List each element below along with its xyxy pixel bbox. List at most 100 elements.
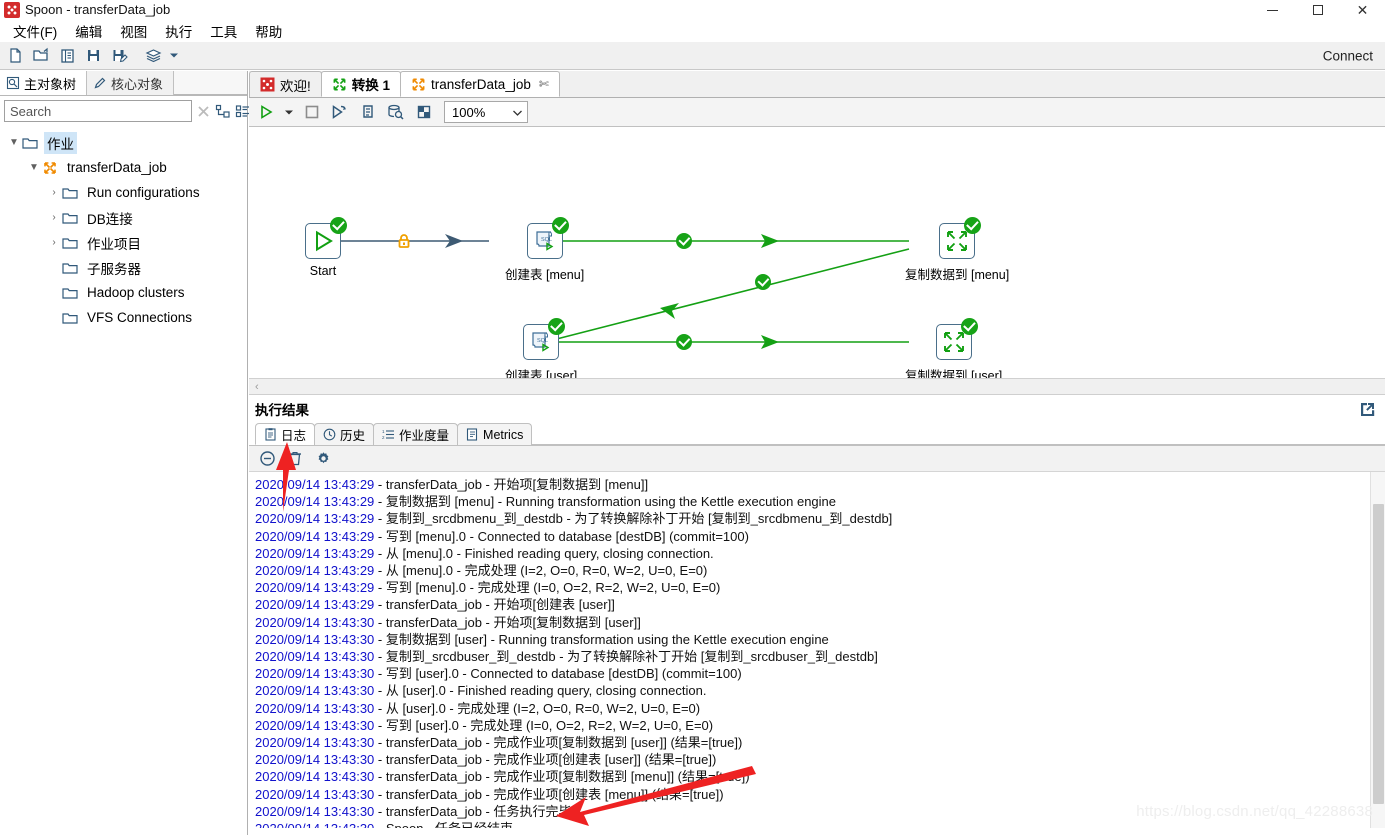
tree-item-job-entries-label: 作业项目: [87, 236, 141, 252]
chevron-right-icon[interactable]: ›: [46, 237, 62, 248]
log-line: 2020/09/14 13:43:29 - transferData_job -…: [255, 597, 615, 613]
node-copy-data-user-label: 复制数据到 [user]: [905, 369, 1003, 379]
zoom-select[interactable]: 100%: [444, 101, 528, 123]
save-as-icon[interactable]: [106, 44, 132, 68]
menu-file[interactable]: 文件(F): [4, 19, 66, 43]
job-toolbar: 100%: [249, 98, 1385, 127]
gear-icon[interactable]: [313, 449, 333, 469]
search-input[interactable]: [4, 100, 192, 122]
log-line: 2020/09/14 13:43:29 - 从 [menu].0 - 完成处理 …: [255, 563, 708, 579]
log-line: 2020/09/14 13:43:30 - Spoon - 任务已经结束.: [255, 820, 1385, 828]
node-start[interactable]: Start: [305, 217, 347, 278]
main-toolbar: Connect: [0, 42, 1385, 70]
log-line: 2020/09/14 13:43:30 - 复制到_srcdbuser_到_de…: [255, 649, 878, 665]
left-panel-tabs: 主对象树 核心对象: [0, 71, 247, 96]
node-copy-data-user[interactable]: 复制数据到 [user]: [905, 318, 1003, 379]
tab-job-metrics-label: 作业度量: [399, 429, 450, 443]
menu-help[interactable]: 帮助: [246, 19, 291, 43]
tab-metrics[interactable]: Metrics: [457, 423, 533, 445]
spoon-icon: [4, 2, 20, 18]
clear-x-icon[interactable]: [196, 100, 211, 122]
tree-item-hadoop-clusters[interactable]: Hadoop clusters: [0, 280, 247, 305]
log-line: 2020/09/14 13:43:29 - 复制数据到 [menu] - Run…: [255, 494, 837, 510]
execution-results-title: 执行结果: [255, 403, 309, 418]
close-icon[interactable]: ✄: [539, 77, 549, 91]
spoon-application-window: Spoon - transferData_job ✕ 文件(F) 编辑 视图 执…: [0, 0, 1385, 835]
grid-icon[interactable]: [410, 100, 437, 125]
hop-status-badge-menu: [676, 233, 692, 249]
clear-log-icon[interactable]: [257, 449, 277, 469]
tree-item-job-entries[interactable]: › 作业项目: [0, 230, 247, 255]
layers-icon[interactable]: [140, 44, 166, 68]
menu-view[interactable]: 视图: [111, 19, 156, 43]
log-scrollbar-thumb[interactable]: [1373, 504, 1384, 804]
zoom-value: 100%: [452, 104, 486, 120]
tab-job-metrics[interactable]: 12 作业度量: [373, 423, 459, 445]
chevron-down-icon[interactable]: ▼: [26, 162, 42, 173]
history-clock-icon: [323, 428, 336, 441]
maximize-button[interactable]: [1295, 0, 1340, 20]
chevron-right-icon[interactable]: ›: [46, 187, 62, 198]
chevron-right-icon[interactable]: ›: [46, 212, 62, 223]
expand-all-icon[interactable]: [215, 100, 231, 122]
db-explore-icon[interactable]: [382, 100, 409, 125]
minimize-button[interactable]: [1250, 0, 1295, 20]
log-line: 2020/09/14 13:43:30 - transferData_job -…: [255, 614, 641, 630]
maximize-panel-icon[interactable]: [1357, 399, 1377, 419]
trash-icon[interactable]: [285, 449, 305, 469]
log-line: 2020/09/14 13:43:29 - 写到 [menu].0 - Conn…: [255, 528, 749, 544]
close-button[interactable]: ✕: [1340, 0, 1385, 20]
tab-history[interactable]: 历史: [314, 423, 375, 445]
log-line: 2020/09/14 13:43:30 - 从 [user].0 - 完成处理 …: [255, 700, 701, 716]
save-icon[interactable]: [80, 44, 106, 68]
tree-item-db-connections-label: DB连接: [87, 211, 133, 227]
chevron-down-icon[interactable]: ▼: [6, 137, 22, 148]
tree-item-run-configurations[interactable]: › Run configurations: [0, 180, 247, 205]
tree-item-vfs-connections[interactable]: VFS Connections: [0, 305, 247, 330]
menu-tools[interactable]: 工具: [201, 19, 246, 43]
log-line: 2020/09/14 13:43:30 - 写到 [user].0 - Conn…: [255, 666, 742, 682]
lock-icon: [396, 233, 412, 249]
stop-icon[interactable]: [298, 100, 325, 125]
scroll-left-icon[interactable]: ‹: [255, 381, 259, 393]
menu-edit[interactable]: 编辑: [66, 19, 111, 43]
chevron-down-icon[interactable]: [512, 105, 523, 120]
node-copy-data-menu[interactable]: 复制数据到 [menu]: [905, 217, 1009, 283]
transform-icon: [939, 217, 982, 259]
node-create-table-user[interactable]: SQL 创建表 [user]: [505, 318, 577, 378]
open-folder-icon[interactable]: [28, 44, 54, 68]
execution-results-header: 执行结果: [249, 395, 1385, 423]
connect-button[interactable]: Connect: [1323, 48, 1373, 63]
tab-log[interactable]: 日志: [255, 423, 316, 445]
node-create-table-menu[interactable]: SQL 创建表 [menu]: [505, 217, 584, 283]
menu-run[interactable]: 执行: [156, 19, 201, 43]
tab-welcome[interactable]: 欢迎!: [249, 71, 322, 97]
tree-item-run-configurations-label: Run configurations: [87, 185, 200, 200]
log-line: 2020/09/14 13:43:29 - transferData_job -…: [255, 477, 649, 492]
tree-item-slave-servers[interactable]: 子服务器: [0, 255, 247, 280]
folder-icon: [22, 136, 38, 150]
chevron-down-icon[interactable]: [166, 44, 182, 68]
canvas-horizontal-scrollbar[interactable]: ‹: [249, 379, 1385, 395]
chevron-down-icon[interactable]: [281, 100, 297, 125]
log-output[interactable]: 2020/09/14 13:43:29 - transferData_job -…: [249, 472, 1385, 828]
new-file-icon[interactable]: [2, 44, 28, 68]
tree-item-jobs[interactable]: ▼ 作业: [0, 130, 247, 155]
run-icon[interactable]: [253, 100, 280, 125]
tab-core-objects[interactable]: 核心对象: [87, 71, 175, 95]
log-line: 2020/09/14 13:43:30 - transferData_job -…: [255, 786, 724, 802]
tab-transferdata-job[interactable]: transferData_job ✄: [400, 71, 560, 97]
log-vertical-scrollbar[interactable]: [1370, 472, 1385, 828]
explorer-icon[interactable]: [54, 44, 80, 68]
sql-icon[interactable]: [354, 100, 381, 125]
tab-main-object-tree[interactable]: 主对象树: [0, 71, 88, 95]
job-icon: [42, 160, 58, 176]
tree-item-db-connections[interactable]: › DB连接: [0, 205, 247, 230]
job-canvas[interactable]: Start SQL 创建表 [menu] 复制数据到 [menu] SQL 创建…: [249, 127, 1385, 379]
tree-item-transferdata-job[interactable]: ▼ transferData_job: [0, 155, 247, 180]
tab-transformation-1[interactable]: 转换 1: [320, 71, 402, 97]
preview-icon[interactable]: [326, 100, 353, 125]
tree-item-vfs-connections-label: VFS Connections: [87, 310, 193, 325]
job-icon: [411, 77, 426, 92]
hop-status-badge-cross: [755, 274, 771, 290]
